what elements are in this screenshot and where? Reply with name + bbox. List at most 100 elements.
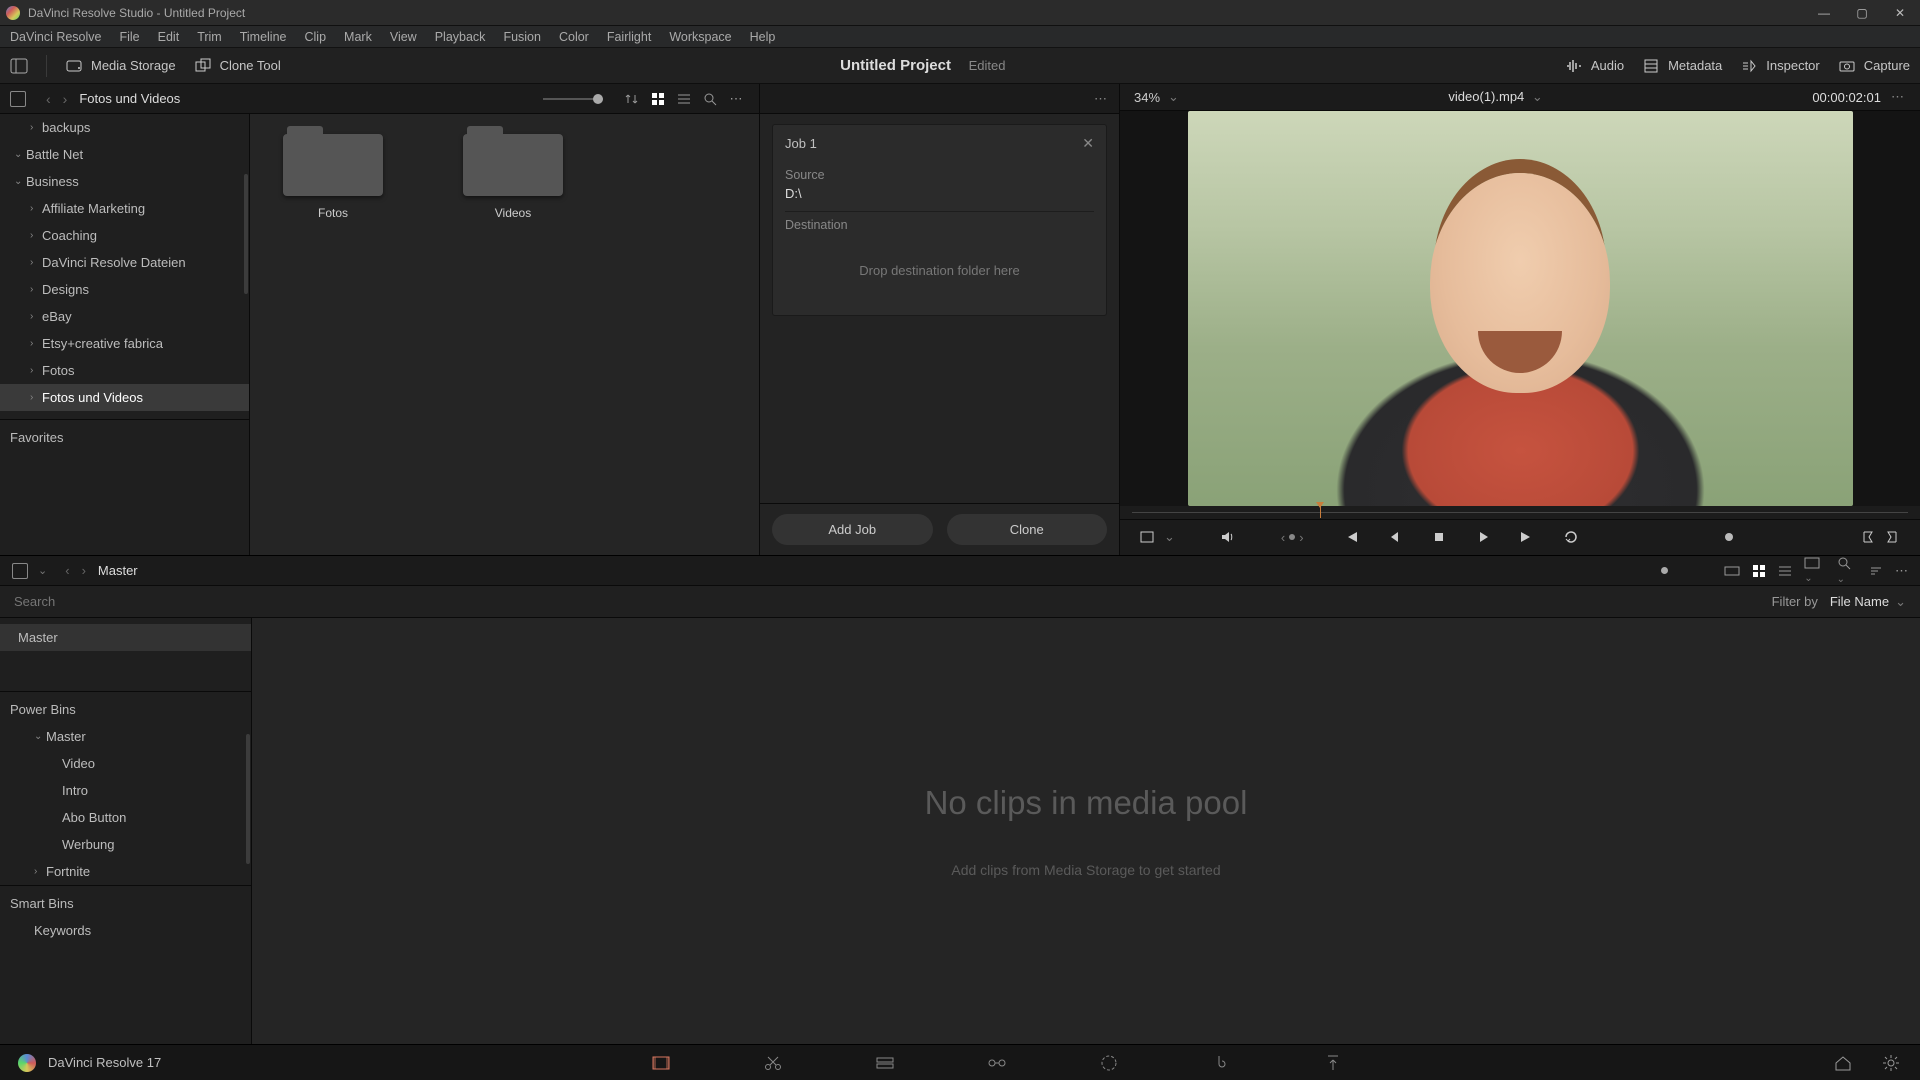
menu-edit[interactable]: Edit xyxy=(158,30,180,44)
close-button[interactable]: ✕ xyxy=(1892,5,1908,21)
add-job-button[interactable]: Add Job xyxy=(772,514,933,545)
menu-file[interactable]: File xyxy=(119,30,139,44)
metadata-panel-button[interactable]: Metadata xyxy=(1642,57,1722,75)
tree-item[interactable]: ›eBay xyxy=(0,303,249,330)
bin-item[interactable]: Video xyxy=(0,750,251,777)
scrub-bar[interactable] xyxy=(1120,506,1920,519)
home-icon[interactable] xyxy=(1832,1052,1854,1074)
maximize-button[interactable]: ▢ xyxy=(1854,5,1870,21)
mute-icon[interactable] xyxy=(1215,524,1241,550)
search-icon[interactable] xyxy=(699,88,721,110)
thumbnail-size-slider[interactable] xyxy=(543,98,603,100)
pool-aspect-icon[interactable]: ⌄ xyxy=(1804,557,1824,584)
empty-media-pool[interactable]: No clips in media pool Add clips from Me… xyxy=(252,618,1920,1044)
goto-end-icon[interactable] xyxy=(1514,524,1540,550)
pool-nav-back[interactable]: ‹ xyxy=(59,563,75,578)
mark-in-icon[interactable] xyxy=(1854,524,1880,550)
page-color-icon[interactable] xyxy=(1098,1052,1120,1074)
pool-view-list-icon[interactable] xyxy=(1778,564,1792,578)
page-media-icon[interactable] xyxy=(650,1052,672,1074)
play-icon[interactable] xyxy=(1470,524,1496,550)
menu-playback[interactable]: Playback xyxy=(435,30,486,44)
tree-item[interactable]: ›DaVinci Resolve Dateien xyxy=(0,249,249,276)
pool-sort-icon[interactable] xyxy=(1869,564,1883,578)
playhead-marker[interactable] xyxy=(1320,506,1321,518)
tree-item[interactable]: ›Affiliate Marketing xyxy=(0,195,249,222)
page-deliver-icon[interactable] xyxy=(1322,1052,1344,1074)
view-thumbnails-icon[interactable] xyxy=(647,88,669,110)
tree-item[interactable]: ›backups xyxy=(0,114,249,141)
menu-help[interactable]: Help xyxy=(750,30,776,44)
match-frame-icon[interactable] xyxy=(1134,524,1160,550)
goto-start-icon[interactable] xyxy=(1338,524,1364,550)
menu-view[interactable]: View xyxy=(390,30,417,44)
filter-chevron-icon[interactable]: ⌄ xyxy=(1895,594,1906,610)
match-chevron-icon[interactable]: ⌄ xyxy=(1164,529,1175,545)
prev-marker-icon[interactable]: ‹ xyxy=(1281,530,1285,545)
capture-panel-button[interactable]: Capture xyxy=(1838,57,1910,75)
jog-wheel[interactable] xyxy=(1639,533,1819,541)
nav-back[interactable]: ‹ xyxy=(40,91,57,107)
pool-view-thumb-icon[interactable] xyxy=(1752,564,1766,578)
audio-panel-button[interactable]: Audio xyxy=(1565,57,1624,75)
menu-workspace[interactable]: Workspace xyxy=(669,30,731,44)
bin-item[interactable]: Intro xyxy=(0,777,251,804)
menu-fairlight[interactable]: Fairlight xyxy=(607,30,651,44)
pool-jog[interactable] xyxy=(1616,568,1706,574)
tree-item[interactable]: ›Designs xyxy=(0,276,249,303)
menu-mark[interactable]: Mark xyxy=(344,30,372,44)
pool-options-icon[interactable]: ⋯ xyxy=(1895,563,1908,579)
minimize-button[interactable]: — xyxy=(1816,5,1832,21)
bin-item[interactable]: Keywords xyxy=(0,917,251,944)
viewer-canvas[interactable] xyxy=(1120,111,1920,506)
menu-trim[interactable]: Trim xyxy=(197,30,222,44)
stop-icon[interactable] xyxy=(1426,524,1452,550)
filter-by-value[interactable]: File Name xyxy=(1830,594,1889,609)
nav-forward[interactable]: › xyxy=(57,91,74,107)
clone-options-icon[interactable]: ⋯ xyxy=(1094,91,1109,107)
bin-master[interactable]: Master xyxy=(0,624,251,651)
view-list-icon[interactable] xyxy=(673,88,695,110)
menu-clip[interactable]: Clip xyxy=(305,30,327,44)
panel-toggle[interactable] xyxy=(10,57,28,75)
clone-button[interactable]: Clone xyxy=(947,514,1108,545)
options-icon[interactable]: ⋯ xyxy=(725,88,747,110)
next-marker-icon[interactable]: › xyxy=(1299,530,1303,545)
folder-item[interactable]: Fotos xyxy=(278,134,388,220)
clip-chevron-icon[interactable]: ⌄ xyxy=(1532,89,1543,104)
bin-item[interactable]: ⌄Master xyxy=(0,723,251,750)
pool-view-strip-icon[interactable] xyxy=(1724,565,1740,577)
media-storage-button[interactable]: Media Storage xyxy=(65,57,176,75)
page-fairlight-icon[interactable] xyxy=(1210,1052,1232,1074)
mark-out-icon[interactable] xyxy=(1880,524,1906,550)
zoom-level[interactable]: 34% xyxy=(1134,90,1160,105)
page-cut-icon[interactable] xyxy=(762,1052,784,1074)
close-job-icon[interactable]: ✕ xyxy=(1082,135,1094,152)
settings-icon[interactable] xyxy=(1880,1052,1902,1074)
destination-dropzone[interactable]: Drop destination folder here xyxy=(785,236,1094,305)
zoom-chevron-icon[interactable]: ⌄ xyxy=(1168,89,1179,105)
bin-item[interactable]: ›Fortnite xyxy=(0,858,251,885)
page-edit-icon[interactable] xyxy=(874,1052,896,1074)
sidebar-toggle-icon[interactable] xyxy=(10,91,26,107)
bin-item[interactable]: Abo Button xyxy=(0,804,251,831)
pool-nav-forward[interactable]: › xyxy=(76,563,92,578)
tree-item[interactable]: ⌄Business xyxy=(0,168,249,195)
menu-fusion[interactable]: Fusion xyxy=(503,30,541,44)
pool-sidebar-icon[interactable] xyxy=(12,563,28,579)
tree-item[interactable]: ›Fotos und Videos xyxy=(0,384,249,411)
tree-item[interactable]: ›Etsy+creative fabrica xyxy=(0,330,249,357)
loop-icon[interactable] xyxy=(1558,524,1584,550)
tree-scrollbar[interactable] xyxy=(244,174,248,294)
viewer-options-icon[interactable]: ⋯ xyxy=(1891,89,1906,105)
tree-item[interactable]: ⌄Battle Net xyxy=(0,141,249,168)
tree-item[interactable]: ›Fotos xyxy=(0,357,249,384)
pool-search-input[interactable] xyxy=(14,594,1772,609)
menu-davinci[interactable]: DaVinci Resolve xyxy=(10,30,101,44)
folder-item[interactable]: Videos xyxy=(458,134,568,220)
step-back-icon[interactable] xyxy=(1382,524,1408,550)
pool-chevron-icon[interactable]: ⌄ xyxy=(38,564,47,577)
inspector-panel-button[interactable]: Inspector xyxy=(1740,57,1819,75)
bin-item[interactable]: Werbung xyxy=(0,831,251,858)
pool-search-icon[interactable]: ⌄ xyxy=(1837,556,1857,585)
